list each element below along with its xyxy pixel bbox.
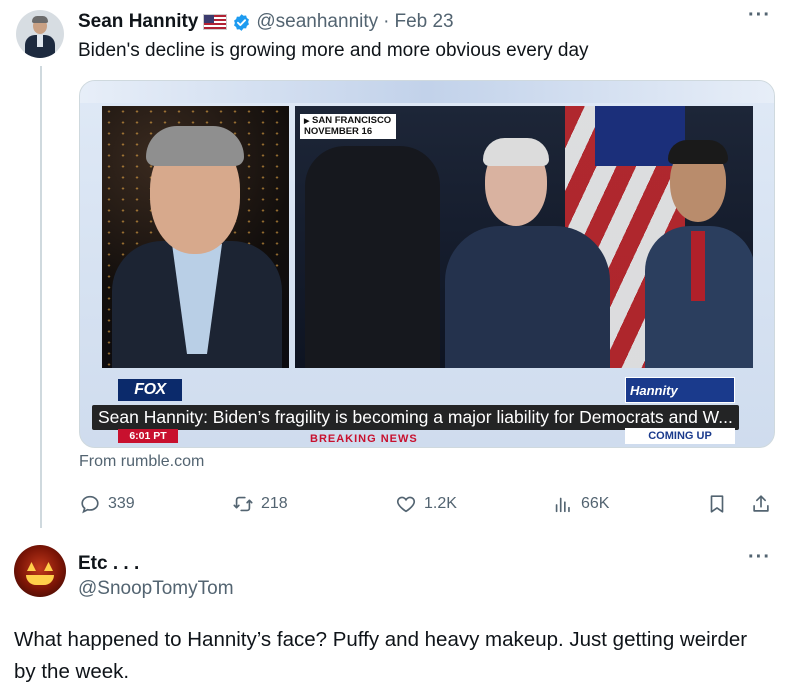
coming-up-label: COMING UP [625,428,735,444]
avatar[interactable] [16,10,64,58]
reply-author-name[interactable]: Etc . . . [78,553,139,575]
author-handle[interactable]: @seanhannity [256,11,378,33]
us-flag-icon [203,14,228,30]
views-count: 66K [581,495,610,512]
reply-author-handle[interactable]: @SnoopTomyTom [78,578,234,600]
author-name[interactable]: Sean Hannity [78,11,198,33]
graphic-background [80,81,774,103]
tweet-text: Biden's decline is growing more and more… [78,40,589,61]
reply-count: 339 [108,495,135,512]
host-panel-image [102,106,289,368]
video-caption: Sean Hannity: Biden’s fragility is becom… [92,405,739,430]
reply-icon [81,495,99,514]
reply-more-options-button[interactable]: ··· [748,546,771,569]
tweet-header: Sean Hannity @seanhannity · Feb 23 [78,10,454,34]
reply-button[interactable]: 339 [79,492,135,516]
play-triangle-icon: ▶ [304,118,310,125]
reply-avatar[interactable] [14,545,66,597]
analytics-icon [555,497,570,513]
breaking-news-banner: BREAKING NEWS [310,433,418,443]
views-button[interactable]: 66K [552,492,609,516]
repost-button[interactable]: 218 [232,492,288,516]
reply-text: What happened to Hannity’s face? Puffy a… [14,628,748,683]
event-panel-image: ▶ SAN FRANCISCO NOVEMBER 16 [295,106,753,368]
share-button[interactable] [750,492,772,516]
location-tag: ▶ SAN FRANCISCO NOVEMBER 16 [300,114,397,139]
verified-badge-icon [234,13,250,31]
bookmark-button[interactable] [706,492,728,516]
repost-count: 218 [261,495,288,512]
tweet-date[interactable]: Feb 23 [394,11,453,33]
hannity-show-logo: Hannity [625,377,735,403]
fox-logo: FOX [118,379,182,401]
location-line1: SAN FRANCISCO [312,115,392,126]
media-source[interactable]: From rumble.com [79,453,204,471]
broadcast-time: 6:01 PT [118,429,178,443]
bookmark-icon [710,495,724,513]
separator-dot: · [383,11,390,32]
heart-icon [396,496,416,513]
like-button[interactable]: 1.2K [395,492,457,516]
share-icon [753,495,769,512]
repost-icon [233,496,253,512]
more-options-button[interactable]: ··· [748,4,771,27]
thread-line [40,66,42,528]
location-line2: NOVEMBER 16 [304,126,373,137]
video-thumbnail[interactable]: ▶ SAN FRANCISCO NOVEMBER 16 FOX Hannity … [79,80,775,448]
like-count: 1.2K [424,495,457,512]
